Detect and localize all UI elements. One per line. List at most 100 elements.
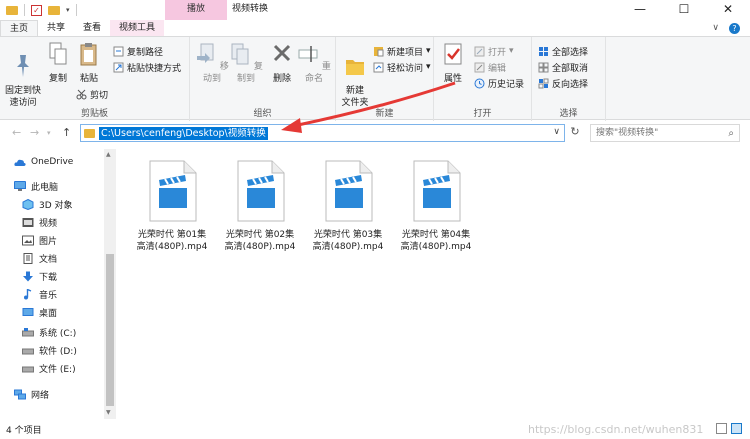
ribbon: 固定到快 速访问 复制 粘贴 复制路径 粘贴快捷方式 剪切 剪贴板 移动到 复制… xyxy=(0,36,750,121)
file-item[interactable]: 光荣时代 第04集 高清(480P).mp4 xyxy=(396,160,476,253)
picture-icon xyxy=(22,235,34,245)
group-label-open: 打开 xyxy=(473,109,492,119)
file-name-line1: 光荣时代 第04集 xyxy=(401,230,471,240)
paste-shortcut-button[interactable]: 粘贴快捷方式 xyxy=(113,60,181,74)
sidebar-item-pictures[interactable]: 图片 xyxy=(22,231,57,249)
scroll-down-icon[interactable]: ▼ xyxy=(106,409,111,416)
file-item[interactable]: 光荣时代 第02集 高清(480P).mp4 xyxy=(220,160,300,253)
dropdown-arrow-icon: ▾ xyxy=(509,46,514,56)
folder-icon xyxy=(6,5,18,15)
new-item-button[interactable]: 新建项目 ▾ xyxy=(373,44,431,58)
easy-access-label: 轻松访问 xyxy=(387,63,424,74)
group-new: 新建 文件夹 新建项目 ▾ 轻松访问 ▾ 新建 xyxy=(336,37,434,121)
cut-label: 剪切 xyxy=(90,90,109,101)
paste-button[interactable]: 粘贴 xyxy=(74,41,104,85)
close-button[interactable]: ✕ xyxy=(706,0,750,20)
sidebar-item-drive-e[interactable]: 文件 (E:) xyxy=(22,359,76,377)
help-icon[interactable]: ? xyxy=(729,22,740,34)
copy-to-button[interactable]: 复制到 xyxy=(229,41,263,85)
folder-icon xyxy=(84,129,95,138)
copy-button[interactable]: 复制 xyxy=(44,41,72,85)
new-folder-button[interactable]: 新建 文件夹 xyxy=(338,41,372,109)
sidebar-item-3d-objects[interactable]: 3D 对象 xyxy=(22,195,73,213)
music-icon xyxy=(24,288,32,299)
download-icon xyxy=(23,271,33,281)
pin-quick-access-button[interactable]: 固定到快 速访问 xyxy=(3,41,43,109)
copy-label: 复制 xyxy=(48,74,67,84)
details-view-icon[interactable] xyxy=(716,423,727,434)
file-item[interactable]: 光荣时代 第03集 高清(480P).mp4 xyxy=(308,160,388,253)
open-button[interactable]: 打开 ▾ xyxy=(474,44,514,58)
file-name-line1: 光荣时代 第01集 xyxy=(137,230,207,240)
customize-quick-access-icon[interactable]: ▾ xyxy=(66,6,70,14)
move-to-button[interactable]: 移动到 xyxy=(195,41,229,85)
ribbon-tabs: 文件 主页 共享 查看 视频工具 ∨ ? xyxy=(0,20,750,196)
sidebar-scrollbar[interactable]: ▲ ▼ xyxy=(104,149,116,419)
select-all-icon xyxy=(539,46,548,56)
tab-home[interactable]: 主页 xyxy=(0,20,39,36)
group-clipboard: 固定到快 速访问 复制 粘贴 复制路径 粘贴快捷方式 剪切 剪贴板 xyxy=(0,37,190,121)
up-arrow-icon[interactable]: ↑ xyxy=(62,126,71,139)
back-arrow-icon[interactable]: ← xyxy=(12,126,21,139)
invert-selection-icon xyxy=(538,78,549,88)
properties-quick-icon[interactable]: ✓ xyxy=(31,4,42,16)
sidebar-item-downloads[interactable]: 下载 xyxy=(22,267,57,285)
sidebar-item-label: 音乐 xyxy=(39,290,58,301)
new-folder-quick-icon[interactable] xyxy=(48,5,60,15)
scroll-up-icon[interactable]: ▲ xyxy=(106,151,111,158)
refresh-icon[interactable]: ↻ xyxy=(567,125,583,141)
minimize-button[interactable]: — xyxy=(618,0,662,20)
properties-icon xyxy=(444,43,462,65)
open-icon xyxy=(474,46,485,56)
title-bar: ✓ ▾ 播放 视频转换 — ☐ ✕ xyxy=(0,0,750,20)
address-dropdown-icon[interactable]: ∨ xyxy=(553,127,560,137)
forward-arrow-icon[interactable]: → xyxy=(30,126,39,139)
file-name: 光荣时代 第03集 高清(480P).mp4 xyxy=(308,229,388,253)
watermark: https://blog.csdn.net/wuhen831 xyxy=(528,423,704,436)
select-none-button[interactable]: 全部取消 xyxy=(538,60,588,74)
sidebar-item-drive-c[interactable]: 系统 (C:) xyxy=(22,323,76,341)
recent-locations-icon[interactable]: ▾ xyxy=(47,129,51,137)
group-label-clipboard: 剪贴板 xyxy=(80,109,108,119)
maximize-button[interactable]: ☐ xyxy=(662,0,706,20)
sidebar-item-documents[interactable]: 文档 xyxy=(22,249,57,267)
delete-button[interactable]: 删除 xyxy=(268,41,296,85)
sidebar-item-drive-d[interactable]: 软件 (D:) xyxy=(22,341,77,359)
rename-button[interactable]: 重命名 xyxy=(296,41,332,85)
cut-button[interactable]: 剪切 xyxy=(76,87,108,101)
tab-share[interactable]: 共享 xyxy=(38,20,74,36)
invert-selection-button[interactable]: 反向选择 xyxy=(538,76,588,90)
history-button[interactable]: 历史记录 xyxy=(474,76,524,90)
copy-to-icon xyxy=(231,43,249,65)
divider xyxy=(24,4,25,16)
address-path[interactable]: C:\Users\cenfeng\Desktop\视频转换 xyxy=(99,127,268,140)
tab-view[interactable]: 查看 xyxy=(74,20,110,36)
sidebar-item-label: 视频 xyxy=(39,218,58,229)
large-icons-view-icon[interactable] xyxy=(731,423,742,434)
address-bar[interactable]: C:\Users\cenfeng\Desktop\视频转换 ∨ xyxy=(80,124,565,142)
copy-path-button[interactable]: 复制路径 xyxy=(113,44,163,58)
paste-label: 粘贴 xyxy=(79,74,98,84)
sidebar-item-label: 此电脑 xyxy=(31,182,59,193)
sidebar-item-label: 文件 (E:) xyxy=(39,364,76,375)
select-all-button[interactable]: 全部选择 xyxy=(538,44,588,58)
tab-video-tools[interactable]: 视频工具 xyxy=(110,20,165,36)
file-name-line1: 光荣时代 第02集 xyxy=(225,230,295,240)
sidebar-item-label: 图片 xyxy=(39,236,58,247)
search-input[interactable]: 搜索"视频转换" ⌕ xyxy=(590,124,740,142)
open-label: 打开 xyxy=(488,47,507,58)
sidebar-item-onedrive[interactable]: OneDrive xyxy=(14,153,73,171)
sidebar-item-music[interactable]: 音乐 xyxy=(22,285,57,303)
easy-access-button[interactable]: 轻松访问 ▾ xyxy=(373,60,431,74)
file-item[interactable]: 光荣时代 第01集 高清(480P).mp4 xyxy=(132,160,212,253)
properties-button[interactable]: 属性 xyxy=(438,41,468,85)
edit-button[interactable]: 编辑 xyxy=(474,60,506,74)
video-file-icon xyxy=(149,160,197,222)
sidebar-item-desktop[interactable]: 桌面 xyxy=(22,303,57,321)
scrollbar-thumb[interactable] xyxy=(106,254,114,406)
scissors-icon xyxy=(76,89,87,99)
collapse-ribbon-icon[interactable]: ∨ xyxy=(712,23,719,33)
sidebar-item-videos[interactable]: 视频 xyxy=(22,213,57,231)
sidebar-item-this-pc[interactable]: 此电脑 xyxy=(14,177,58,195)
sidebar-item-network[interactable]: 网络 xyxy=(14,385,49,403)
